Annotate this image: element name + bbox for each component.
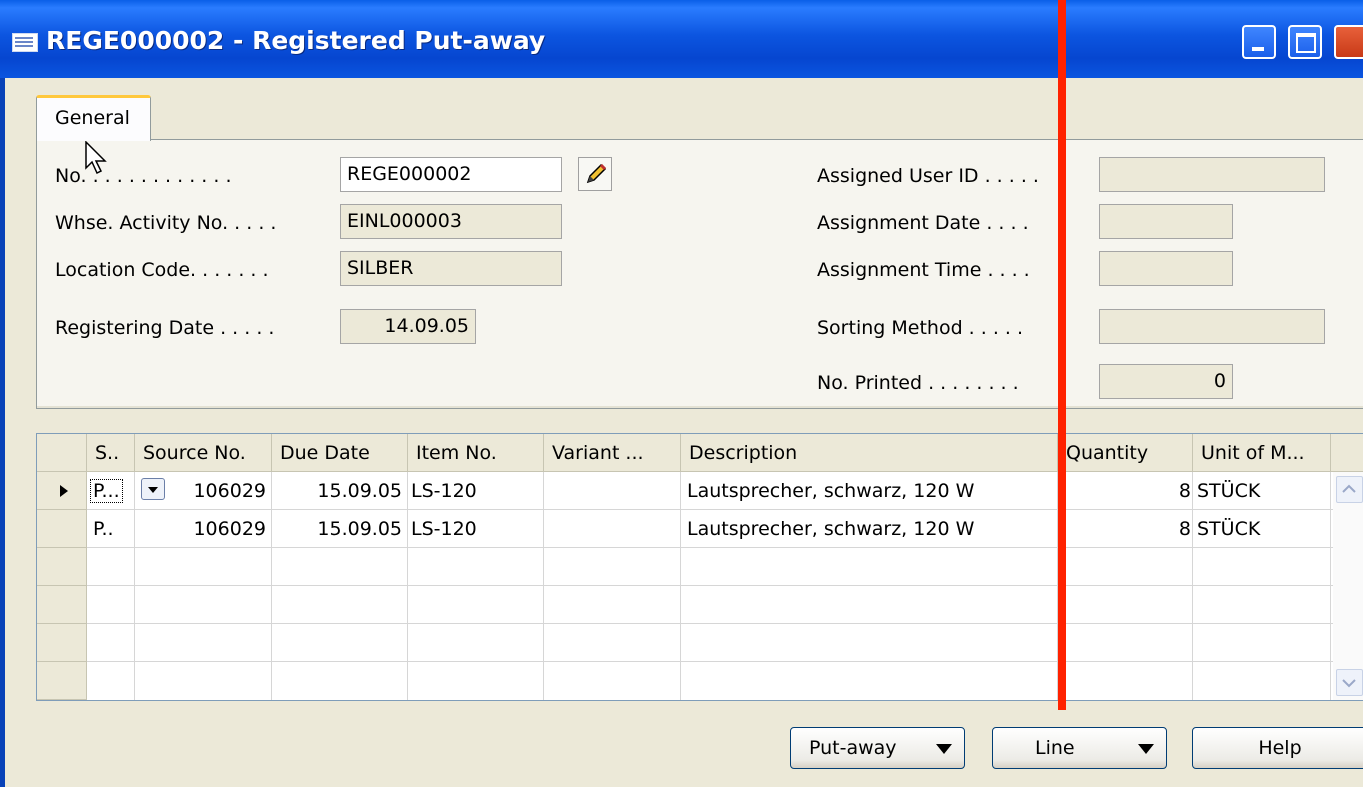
chevron-down-icon [1138,744,1154,754]
assignment-time-field[interactable] [1099,251,1233,286]
column-header-source-no[interactable]: Source No. [135,434,272,472]
cell-s[interactable]: P... [87,472,127,510]
vertical-scrollbar[interactable] [1333,472,1363,700]
cell-s[interactable]: P.. [87,510,135,548]
chevron-down-icon [936,744,952,754]
whse-activity-no-label: Whse. Activity No. . . . . [55,212,277,234]
no-label: No. . . . . . . . . . . . . [55,165,232,187]
annotation-line [1058,0,1066,710]
column-header-due-date[interactable]: Due Date [272,434,408,472]
row-selector[interactable] [37,662,87,700]
column-header-description[interactable]: Description [681,434,1058,472]
assignment-time-label: Assignment Time . . . . [817,259,1030,281]
location-code-field[interactable]: SILBER [340,251,562,286]
cell-description[interactable]: Lautsprecher, schwarz, 120 W [681,510,1058,548]
column-header-quantity[interactable]: Quantity [1058,434,1193,472]
row-selector[interactable] [37,624,87,662]
cell-unit[interactable]: STÜCK [1193,510,1331,548]
current-row-icon [60,485,68,497]
window-title: REGE000002 - Registered Put-away [46,26,546,55]
cell-s-value: P... [90,479,123,503]
cell-variant[interactable] [544,510,681,548]
assignment-date-label: Assignment Date . . . . [817,212,1029,234]
mouse-cursor-icon [85,140,107,175]
column-header-s[interactable]: S.. [87,434,135,472]
column-header-item-no[interactable]: Item No. [408,434,544,472]
help-button[interactable]: Help [1192,727,1363,769]
title-bar[interactable]: REGE000002 - Registered Put-away [0,0,1363,78]
row-selector-header [37,434,87,472]
cell-due-date[interactable]: 15.09.05 [272,510,408,548]
close-button[interactable] [1334,25,1363,59]
row-selector[interactable] [37,586,87,624]
registering-date-field[interactable]: 14.09.05 [340,309,476,344]
cell-quantity[interactable]: 8 [1058,510,1193,548]
cell-item-no[interactable]: LS-120 [405,472,541,510]
cell-variant[interactable] [544,472,681,510]
row-selector[interactable] [37,510,87,548]
line-menu-button[interactable]: Line [992,727,1167,769]
location-code-label: Location Code. . . . . . . [55,259,269,281]
no-printed-field[interactable]: 0 [1099,364,1233,399]
tab-general[interactable]: General [36,95,151,141]
whse-activity-no-field[interactable]: EINL000003 [340,204,562,239]
column-header-filler [1331,434,1363,472]
column-header-unit-of-measure[interactable]: Unit of M... [1193,434,1331,472]
minimize-button[interactable] [1242,25,1276,59]
scroll-up-icon[interactable] [1336,476,1363,503]
lookup-dropdown-icon[interactable] [141,478,165,500]
cell-source-no[interactable]: 106029 [135,510,272,548]
no-printed-label: No. Printed . . . . . . . . [817,372,1019,394]
line-label: Line [1035,737,1075,759]
sorting-method-label: Sorting Method . . . . . [817,317,1024,339]
cell-item-no[interactable]: LS-120 [405,510,541,548]
scroll-down-icon[interactable] [1336,669,1363,696]
assignment-date-field[interactable] [1099,204,1233,239]
cell-quantity[interactable]: 8 [1058,472,1193,510]
assigned-user-id-field[interactable] [1099,157,1325,192]
row-selector[interactable] [37,548,87,586]
assigned-user-id-label: Assigned User ID . . . . . [817,165,1039,187]
cell-due-date[interactable]: 15.09.05 [272,472,408,510]
help-label: Help [1258,737,1302,759]
pencil-icon[interactable] [578,157,612,191]
put-away-label: Put-away [809,737,897,759]
lines-grid[interactable]: S.. Source No. Due Date Item No. Variant… [36,433,1363,701]
maximize-button[interactable] [1288,25,1322,59]
cell-description[interactable]: Lautsprecher, schwarz, 120 W [681,472,1058,510]
no-field[interactable]: REGE000002 [340,157,562,192]
sorting-method-field[interactable] [1099,309,1325,344]
column-header-variant[interactable]: Variant ... [544,434,681,472]
cell-source-no[interactable]: 106029 [167,472,272,510]
tab-general-label: General [55,107,130,129]
registering-date-label: Registering Date . . . . . [55,317,275,339]
row-selector[interactable] [37,472,87,510]
put-away-menu-button[interactable]: Put-away [790,727,965,769]
form-icon [12,33,38,52]
cell-unit[interactable]: STÜCK [1193,472,1331,510]
